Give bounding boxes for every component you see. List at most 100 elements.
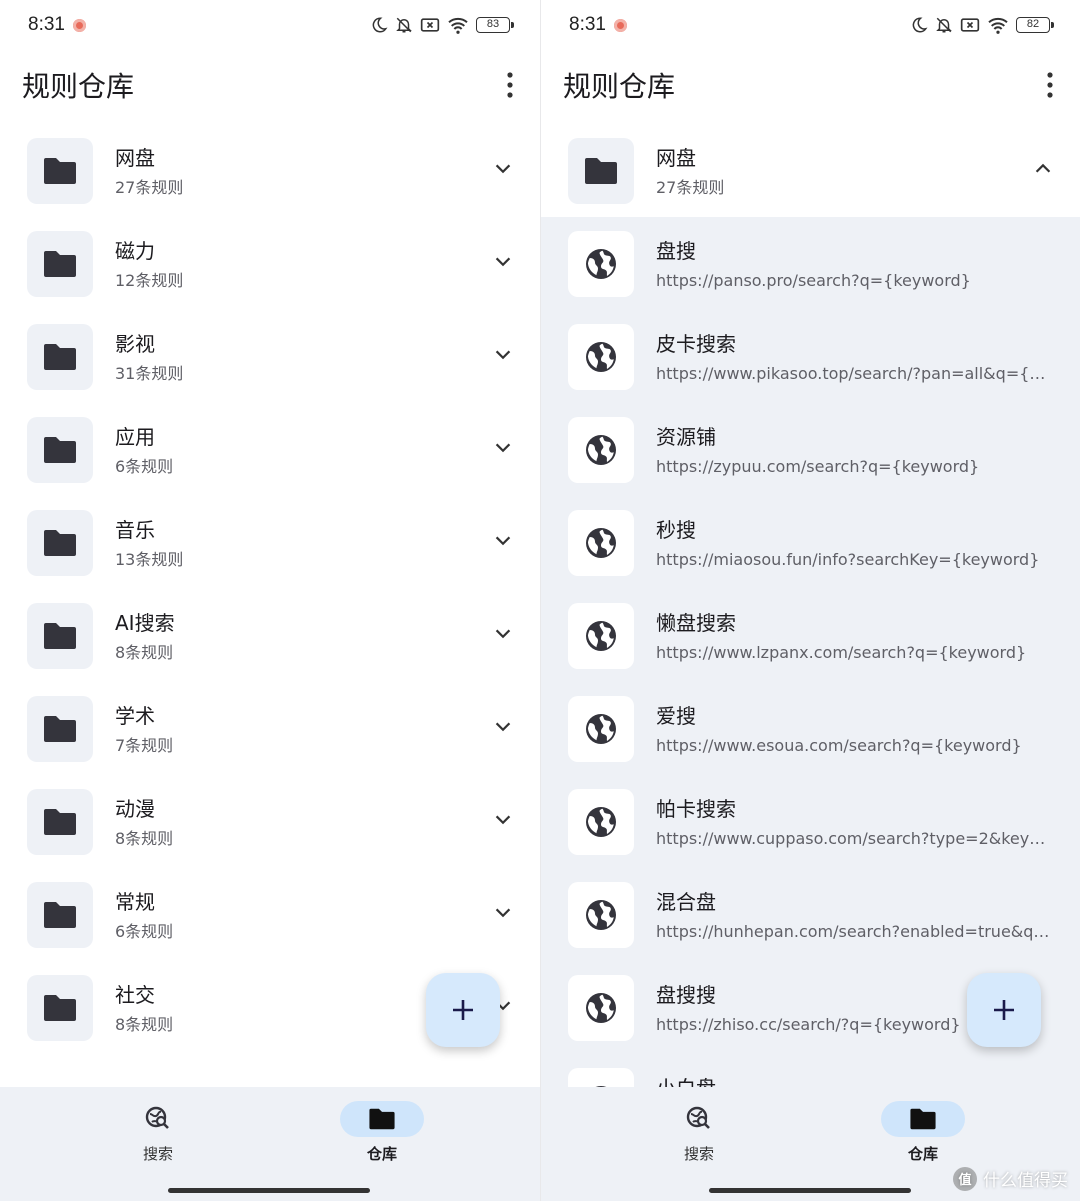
chevron-down-icon[interactable] xyxy=(492,158,514,180)
rule-row[interactable]: 皮卡搜索 https://www.pikasoo.top/search/?pan=… xyxy=(541,310,1080,403)
rule-row[interactable]: 混合盘 https://hunhepan.com/search?enabled=t… xyxy=(541,868,1080,961)
group-row-ai[interactable]: AI搜索 8条规则 xyxy=(0,589,540,682)
globe-icon xyxy=(568,882,634,948)
rule-name: 资源铺 xyxy=(656,425,716,449)
chevron-down-icon[interactable] xyxy=(492,251,514,273)
rule-row[interactable]: 盘搜 https://panso.pro/search?q={keyword} xyxy=(541,217,1080,310)
group-name: 网盘 xyxy=(656,146,696,170)
nav-search[interactable]: 搜索 xyxy=(644,1101,754,1164)
chevron-down-icon[interactable] xyxy=(492,344,514,366)
bell-off-icon xyxy=(396,17,412,33)
rule-url: https://www.cuppaso.com/search?type=2&ke… xyxy=(656,829,1052,848)
group-count: 13条规则 xyxy=(115,550,184,569)
group-row-changgui[interactable]: 常规 6条规则 xyxy=(0,868,540,961)
status-icons: 83 xyxy=(370,16,514,34)
chevron-down-icon[interactable] xyxy=(492,530,514,552)
group-row-yinyue[interactable]: 音乐 13条规则 xyxy=(0,496,540,589)
bell-off-icon xyxy=(936,17,952,33)
rule-name: 懒盘搜索 xyxy=(656,611,736,635)
group-row-yingyong[interactable]: 应用 6条规则 xyxy=(0,403,540,496)
globe-icon xyxy=(568,417,634,483)
nav-repo[interactable]: 仓库 xyxy=(868,1101,978,1164)
group-count: 12条规则 xyxy=(115,271,184,290)
globe-icon xyxy=(568,231,634,297)
rule-row[interactable]: 懒盘搜索 https://www.lzpanx.com/search?q={key… xyxy=(541,589,1080,682)
nav-label: 搜索 xyxy=(142,1145,173,1163)
globe-icon xyxy=(568,603,634,669)
rule-name: 秒搜 xyxy=(656,518,696,542)
status-bar: 8:31 83 xyxy=(28,10,514,40)
nav-label: 仓库 xyxy=(907,1145,938,1163)
watermark-text: 什么值得买 xyxy=(983,1171,1068,1191)
group-row-yingshi[interactable]: 影视 31条规则 xyxy=(0,310,540,403)
chevron-down-icon[interactable] xyxy=(492,902,514,924)
more-vert-icon[interactable] xyxy=(498,65,522,105)
group-count: 8条规则 xyxy=(115,829,174,848)
moon-icon xyxy=(912,17,928,33)
add-rule-button[interactable] xyxy=(967,973,1041,1047)
right-screen: 8:31 82 规则仓库 网盘 27条规则 盘搜 https://panso.pro… xyxy=(540,0,1080,1201)
add-rule-button[interactable] xyxy=(426,973,500,1047)
group-row-cili[interactable]: 磁力 12条规则 xyxy=(0,217,540,310)
group-name: 网盘 xyxy=(115,146,155,170)
status-time: 8:31 xyxy=(569,14,606,35)
rule-name: 爱搜 xyxy=(656,704,696,728)
rule-url: https://panso.pro/search?q={keyword} xyxy=(656,271,971,290)
chevron-down-icon[interactable] xyxy=(492,437,514,459)
app-bar: 规则仓库 xyxy=(22,62,522,108)
group-row-wangpan-expanded[interactable]: 网盘 27条规则 xyxy=(541,124,1080,217)
globe-icon xyxy=(568,975,634,1041)
folder-icon xyxy=(27,417,93,483)
more-vert-icon[interactable] xyxy=(1038,65,1062,105)
group-row-xueshu[interactable]: 学术 7条规则 xyxy=(0,682,540,775)
folder-icon xyxy=(27,882,93,948)
rule-url: https://miaosou.fun/info?searchKey={keyw… xyxy=(656,550,1040,569)
chevron-down-icon[interactable] xyxy=(492,623,514,645)
globe-icon xyxy=(568,510,634,576)
rule-name: 帕卡搜索 xyxy=(656,797,736,821)
rule-name: 混合盘 xyxy=(656,890,716,914)
group-row-wangpan[interactable]: 网盘 27条规则 xyxy=(0,124,540,217)
rule-url: https://www.pikasoo.top/search/?pan=all&… xyxy=(656,364,1052,383)
battery-icon: 82 xyxy=(1016,17,1054,33)
rule-url: https://zypuu.com/search?q={keyword} xyxy=(656,457,980,476)
status-time: 8:31 xyxy=(28,14,65,35)
plus-icon xyxy=(453,1000,473,1020)
nav-repo[interactable]: 仓库 xyxy=(327,1101,437,1164)
group-name: 应用 xyxy=(115,425,155,449)
group-count: 27条规则 xyxy=(656,178,725,197)
group-count: 27条规则 xyxy=(115,178,184,197)
page-title: 规则仓库 xyxy=(563,70,676,103)
travel-explore-icon xyxy=(145,1106,169,1129)
rule-list: 盘搜 https://panso.pro/search?q={keyword} 皮… xyxy=(541,217,1080,1087)
plus-icon xyxy=(994,1000,1014,1020)
bottom-nav: 搜索 仓库 xyxy=(0,1087,540,1201)
chevron-down-icon[interactable] xyxy=(492,809,514,831)
group-name: 动漫 xyxy=(115,797,155,821)
chevron-down-icon[interactable] xyxy=(492,716,514,738)
folder-icon xyxy=(27,231,93,297)
rule-row[interactable]: 爱搜 https://www.esoua.com/search?q={keywor… xyxy=(541,682,1080,775)
rule-row[interactable]: 小白盘 xyxy=(541,1054,1080,1087)
folder-icon xyxy=(27,138,93,204)
group-name: AI搜索 xyxy=(115,611,175,635)
rule-name: 小白盘 xyxy=(656,1074,1052,1087)
group-count: 6条规则 xyxy=(115,457,174,476)
chevron-up-icon[interactable] xyxy=(1032,158,1054,180)
page-title: 规则仓库 xyxy=(22,70,135,103)
moon-icon xyxy=(372,17,388,33)
globe-icon xyxy=(568,1068,634,1087)
nav-search[interactable]: 搜索 xyxy=(103,1101,213,1164)
group-row-dongman[interactable]: 动漫 8条规则 xyxy=(0,775,540,868)
globe-icon xyxy=(568,324,634,390)
folder-icon xyxy=(27,789,93,855)
gesture-bar xyxy=(168,1188,370,1193)
rule-row[interactable]: 帕卡搜索 https://www.cuppaso.com/search?type=… xyxy=(541,775,1080,868)
travel-explore-icon xyxy=(686,1106,710,1129)
rule-row[interactable]: 秒搜 https://miaosou.fun/info?searchKey={ke… xyxy=(541,496,1080,589)
group-name: 影视 xyxy=(115,332,155,356)
group-list: 网盘 27条规则 磁力 12条规则 影视 31条规则 应用 6条规则 音乐 13条规则 A… xyxy=(0,124,540,1054)
rule-row[interactable]: 资源铺 https://zypuu.com/search?q={keyword} xyxy=(541,403,1080,496)
group-count: 31条规则 xyxy=(115,364,184,383)
sim-off-icon xyxy=(420,18,440,32)
